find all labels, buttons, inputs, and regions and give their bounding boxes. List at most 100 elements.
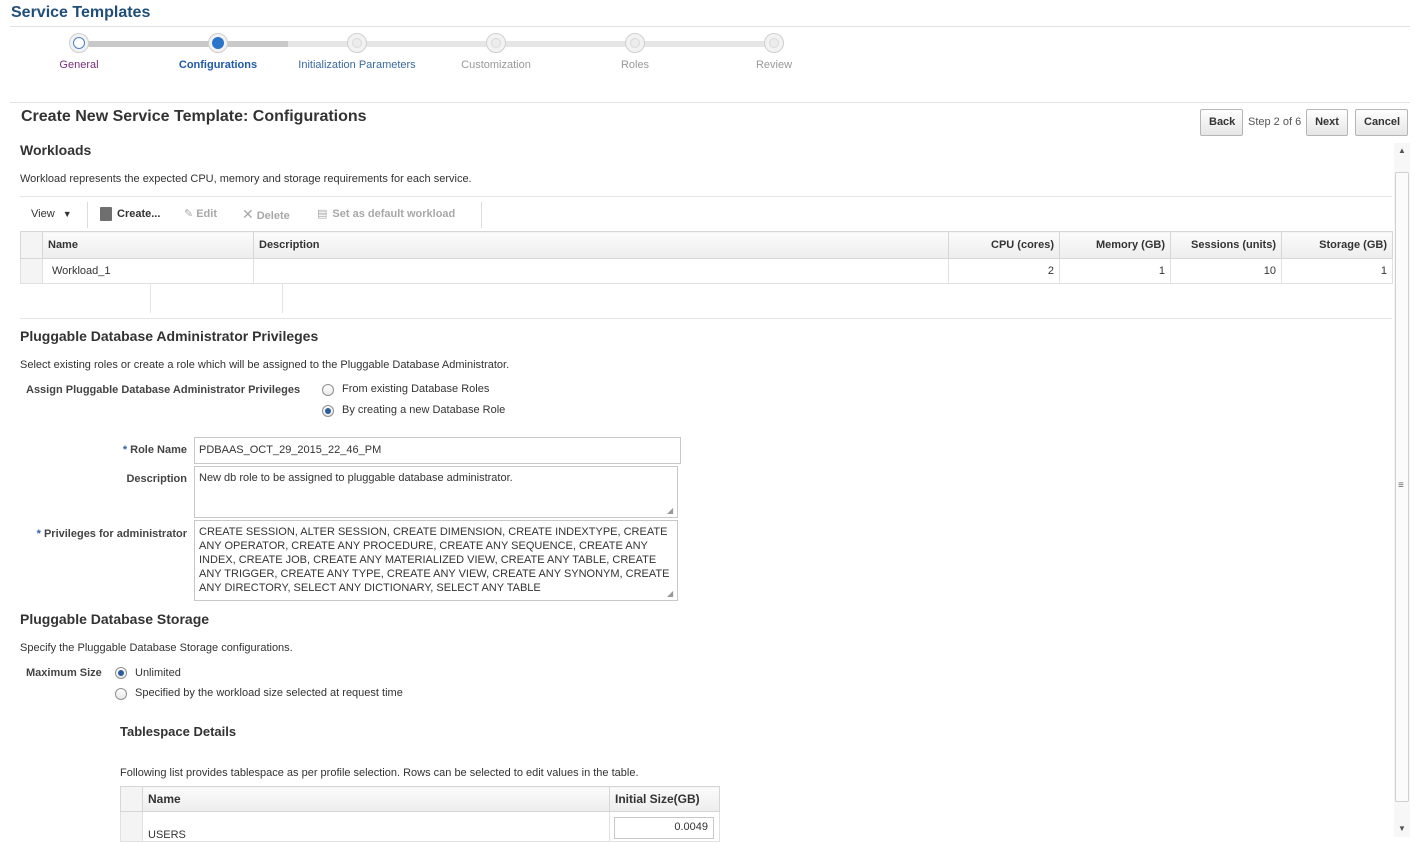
assign-privileges-label: Assign Pluggable Database Administrator … xyxy=(26,384,301,396)
toolbar-separator xyxy=(87,202,88,228)
column-header-sessions[interactable]: Sessions (units) xyxy=(1170,231,1282,259)
column-header-storage[interactable]: Storage (GB) xyxy=(1281,231,1393,259)
initial-size-input[interactable]: 0.0049 xyxy=(614,817,714,839)
table-row[interactable]: Workload_1 2 1 10 1 xyxy=(20,258,1393,284)
resize-handle-icon[interactable]: ◢ xyxy=(667,590,675,598)
scroll-down-arrow-icon[interactable]: ▼ xyxy=(1396,823,1408,835)
train-label-general[interactable]: General xyxy=(9,59,149,71)
train-label-roles: Roles xyxy=(620,59,650,71)
edit-label: Edit xyxy=(196,208,217,220)
privileges-textarea[interactable]: CREATE SESSION, ALTER SESSION, CREATE DI… xyxy=(194,520,678,601)
workloads-description: Workload represents the expected CPU, me… xyxy=(20,173,472,185)
create-label: Create... xyxy=(117,208,161,220)
toolbar-separator xyxy=(481,202,482,228)
pencil-icon: ✎ xyxy=(184,208,194,220)
column-header-cpu[interactable]: CPU (cores) xyxy=(948,231,1060,259)
radio-workload-size[interactable] xyxy=(115,688,127,700)
train-node-initialization-parameters[interactable] xyxy=(347,33,367,53)
column-header-description[interactable]: Description xyxy=(253,231,949,259)
delete-label: Delete xyxy=(256,210,290,222)
cell-sessions: 10 xyxy=(1170,258,1282,284)
cell-memory: 1 xyxy=(1059,258,1171,284)
train-node-review xyxy=(764,33,784,53)
train-node-general[interactable] xyxy=(69,33,89,53)
radio-existing-roles-label[interactable]: From existing Database Roles xyxy=(342,383,489,395)
pdb-storage-description: Specify the Pluggable Database Storage c… xyxy=(20,642,293,654)
workloads-table: Name Description CPU (cores) Memory (GB)… xyxy=(20,231,1393,284)
radio-existing-roles[interactable] xyxy=(322,384,334,396)
delete-x-icon: ✕ xyxy=(242,206,254,222)
cell-tablespace-name: USERS xyxy=(142,811,610,842)
page-title: Create New Service Template: Configurati… xyxy=(21,108,367,125)
cell-name: Workload_1 xyxy=(42,258,254,284)
role-name-label: * Role Name xyxy=(60,444,187,456)
scroll-up-arrow-icon[interactable]: ▲ xyxy=(1396,145,1408,157)
column-header-initial-size[interactable]: Initial Size(GB) xyxy=(609,786,720,812)
privileges-label: * Privileges for administrator xyxy=(20,528,187,540)
cell-initial-size: 0.0049 xyxy=(609,811,720,842)
cancel-button[interactable]: Cancel xyxy=(1355,109,1408,136)
workloads-title: Workloads xyxy=(20,142,92,158)
row-selector[interactable] xyxy=(120,811,143,842)
train-label-review: Review xyxy=(755,59,793,71)
tablespace-description: Following list provides tablespace as pe… xyxy=(120,767,639,779)
row-selector[interactable] xyxy=(20,258,43,284)
privileges-textarea-value: CREATE SESSION, ALTER SESSION, CREATE DI… xyxy=(199,526,670,594)
view-menu[interactable]: View ▼ xyxy=(31,198,72,230)
next-button[interactable]: Next xyxy=(1306,109,1348,136)
back-button[interactable]: Back xyxy=(1200,109,1243,136)
set-default-label: Set as default workload xyxy=(332,208,456,220)
radio-new-role[interactable] xyxy=(322,405,334,417)
tablespace-table: Name Initial Size(GB) USERS 0.0049 xyxy=(120,786,720,842)
radio-workload-size-label[interactable]: Specified by the workload size selected … xyxy=(135,687,403,699)
table-header-row: Name Initial Size(GB) xyxy=(120,786,720,812)
train-node-customization xyxy=(486,33,506,53)
workloads-toolbar: View ▼ Create... ✎ Edit ✕ Delete ▤ Set as d… xyxy=(20,198,1392,230)
table-row[interactable]: USERS 0.0049 xyxy=(120,811,720,842)
create-icon xyxy=(100,207,112,222)
train-node-roles xyxy=(625,33,645,53)
step-indicator: Step 2 of 6 xyxy=(1248,116,1302,128)
divider xyxy=(10,102,1410,103)
delete-button[interactable]: ✕ Delete xyxy=(242,198,290,230)
divider xyxy=(20,196,1392,197)
chevron-down-icon: ▼ xyxy=(62,209,72,219)
resize-handle-icon[interactable]: ◢ xyxy=(667,507,675,515)
required-marker: * xyxy=(122,444,128,456)
scroll-grip-icon: ≡ xyxy=(1398,480,1404,491)
radio-new-role-label[interactable]: By creating a new Database Role xyxy=(342,404,505,416)
row-selector-header xyxy=(20,231,43,259)
edit-button[interactable]: ✎ Edit xyxy=(184,198,217,230)
radio-unlimited-label[interactable]: Unlimited xyxy=(135,667,181,679)
train-node-configurations xyxy=(208,33,228,53)
train-label-initialization-parameters[interactable]: Initialization Parameters xyxy=(287,59,427,71)
set-default-workload-button[interactable]: ▤ Set as default workload xyxy=(317,198,455,230)
role-name-input[interactable]: PDBAAS_OCT_29_2015_22_46_PM xyxy=(194,437,681,464)
column-header-tablespace-name[interactable]: Name xyxy=(142,786,610,812)
train-progress-line xyxy=(88,41,288,47)
train-label-customization: Customization xyxy=(461,59,531,71)
default-workload-icon: ▤ xyxy=(317,208,328,220)
tablespace-details-title: Tablespace Details xyxy=(120,724,237,739)
radio-unlimited[interactable] xyxy=(115,667,127,679)
cell-storage: 1 xyxy=(1281,258,1393,284)
cell-description xyxy=(253,258,949,284)
description-textarea[interactable]: New db role to be assigned to pluggable … xyxy=(194,466,678,518)
maximum-size-label: Maximum Size xyxy=(26,667,102,679)
description-textarea-value: New db role to be assigned to pluggable … xyxy=(199,472,513,484)
divider xyxy=(20,318,1392,319)
table-header-row: Name Description CPU (cores) Memory (GB)… xyxy=(20,231,1393,259)
table-footer xyxy=(20,283,283,313)
page-header: Service Templates xyxy=(11,4,151,21)
required-marker: * xyxy=(36,528,41,540)
divider xyxy=(10,26,1410,27)
column-header-memory[interactable]: Memory (GB) xyxy=(1059,231,1171,259)
pdb-admin-title: Pluggable Database Administrator Privile… xyxy=(20,328,319,344)
column-header-name[interactable]: Name xyxy=(42,231,254,259)
privileges-label-text: Privileges for administrator xyxy=(43,528,187,540)
description-label: Description xyxy=(126,473,187,485)
role-name-label-text: Role Name xyxy=(130,444,187,456)
divider xyxy=(150,283,151,313)
pdb-storage-title: Pluggable Database Storage xyxy=(20,611,210,627)
create-button[interactable]: Create... xyxy=(100,198,160,230)
